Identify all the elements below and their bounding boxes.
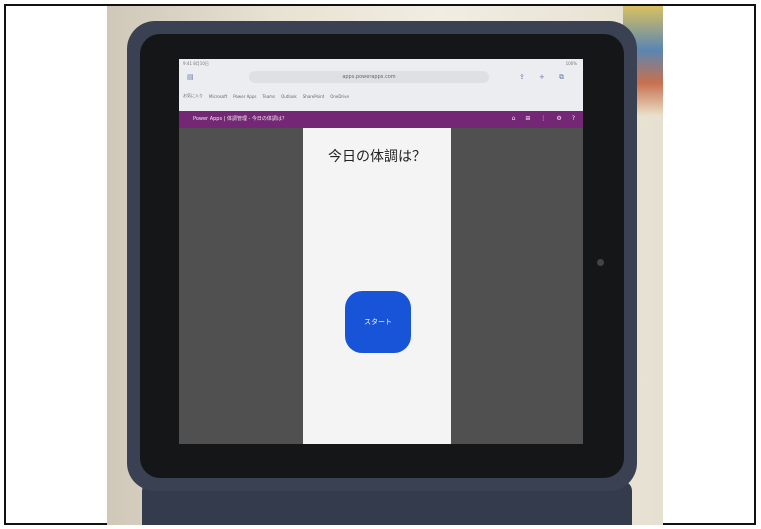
address-bar[interactable]: apps.powerapps.com: [249, 71, 489, 83]
tablet-screen: 9:41 8月10日 100% ▤ ⇪ + ⧉ apps.powerapps.c…: [179, 59, 583, 444]
bookmark-item[interactable]: Teams: [262, 94, 275, 99]
header-actions: ⌂ ⊞ ⋮ ⚙ ?: [512, 115, 575, 122]
bookmark-item[interactable]: お気に入り: [183, 93, 203, 99]
camera-icon: [597, 259, 604, 266]
bookmark-item[interactable]: SharePoint: [303, 94, 324, 99]
tabs-icon[interactable]: ⧉: [559, 73, 564, 82]
bookmarks-bar: お気に入り Microsoft Power Apps Teams Outlook…: [179, 89, 583, 103]
share-icon[interactable]: ⇪: [519, 73, 525, 81]
browser-chrome: 9:41 8月10日 100% ▤ ⇪ + ⧉ apps.powerapps.c…: [179, 59, 583, 111]
bookmark-item[interactable]: OneDrive: [330, 94, 349, 99]
settings-icon[interactable]: ⚙: [556, 115, 561, 122]
help-icon[interactable]: ?: [572, 115, 575, 122]
start-button[interactable]: スタート: [345, 291, 411, 353]
bookmark-item[interactable]: Power Apps: [233, 94, 256, 99]
more-icon[interactable]: ⋮: [540, 115, 546, 122]
power-apps-header: Power Apps | 体調管理 - 今日の体調は？ ⌂ ⊞ ⋮ ⚙ ?: [179, 111, 583, 128]
add-tab-icon[interactable]: +: [539, 73, 545, 81]
bookmark-item[interactable]: Outlook: [281, 94, 297, 99]
question-label: 今日の体調は？: [328, 149, 426, 165]
bookmark-item[interactable]: Microsoft: [209, 94, 227, 99]
grid-icon[interactable]: ⊞: [525, 115, 530, 122]
home-icon[interactable]: ⌂: [512, 115, 516, 122]
status-time: 9:41 8月10日: [183, 61, 209, 66]
sidebar-icon[interactable]: ▤: [187, 73, 194, 81]
app-title: Power Apps | 体調管理 - 今日の体調は？: [193, 116, 287, 122]
photo: 9:41 8月10日 100% ▤ ⇪ + ⧉ apps.powerapps.c…: [107, 6, 663, 525]
status-battery: 100%: [565, 61, 577, 66]
app-canvas: 今日の体調は？ スタート: [303, 128, 451, 444]
